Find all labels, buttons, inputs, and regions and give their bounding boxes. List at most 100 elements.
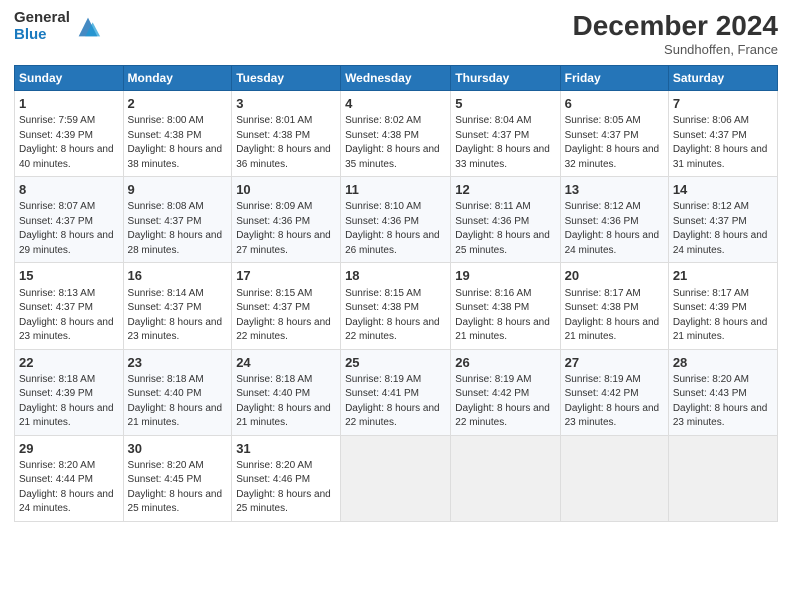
calendar-cell: 12Sunrise: 8:11 AM Sunset: 4:36 PM Dayli… <box>451 177 560 263</box>
cell-text: Sunrise: 8:05 AM Sunset: 4:37 PM Dayligh… <box>565 114 664 172</box>
cell-text: Sunrise: 8:06 AM Sunset: 4:37 PM Dayligh… <box>673 114 773 172</box>
day-number: 26 <box>455 354 555 372</box>
month-title: December 2024 <box>573 10 778 42</box>
day-number: 21 <box>673 267 773 285</box>
header: General Blue December 2024 Sundhoffen, F… <box>14 10 778 57</box>
calendar-cell: 14Sunrise: 8:12 AM Sunset: 4:37 PM Dayli… <box>668 177 777 263</box>
calendar-week-3: 15 Sunrise: 8:13 AM Sunset: 4:37 PM Dayli… <box>15 263 778 349</box>
cell-text: Sunrise: 8:10 AM Sunset: 4:36 PM Dayligh… <box>345 200 446 258</box>
cell-text: Sunrise: 8:17 AM Sunset: 4:38 PM Dayligh… <box>565 287 664 345</box>
day-number: 3 <box>236 95 336 113</box>
cell-text: Sunrise: 8:08 AM Sunset: 4:37 PM Dayligh… <box>128 200 228 258</box>
cell-text: Sunrise: 8:15 AM Sunset: 4:37 PM Dayligh… <box>236 287 336 345</box>
day-number: 5 <box>455 95 555 113</box>
calendar-cell: 16 Sunrise: 8:14 AM Sunset: 4:37 PM Dayli… <box>123 263 232 349</box>
day-number: 8 <box>19 181 119 199</box>
header-day-thursday: Thursday <box>451 66 560 91</box>
logo: General Blue <box>14 10 102 43</box>
day-number: 9 <box>128 181 228 199</box>
calendar-cell: 19 Sunrise: 8:16 AM Sunset: 4:38 PM Dayli… <box>451 263 560 349</box>
logo-blue: Blue <box>14 27 70 44</box>
day-number: 11 <box>345 181 446 199</box>
title-section: December 2024 Sundhoffen, France <box>573 10 778 57</box>
header-day-monday: Monday <box>123 66 232 91</box>
calendar-cell: 17Sunrise: 8:15 AM Sunset: 4:37 PM Dayli… <box>232 263 341 349</box>
calendar-cell <box>560 435 668 521</box>
header-day-friday: Friday <box>560 66 668 91</box>
cell-text: Sunrise: 8:09 AM Sunset: 4:36 PM Dayligh… <box>236 200 336 258</box>
cell-text: Sunrise: 8:12 AM Sunset: 4:36 PM Dayligh… <box>565 200 664 258</box>
calendar-cell <box>451 435 560 521</box>
cell-text: Sunrise: 8:15 AM Sunset: 4:38 PM Dayligh… <box>345 287 446 345</box>
calendar-cell: 27Sunrise: 8:19 AM Sunset: 4:42 PM Dayli… <box>560 349 668 435</box>
calendar-cell <box>341 435 451 521</box>
calendar-body: 1Sunrise: 7:59 AM Sunset: 4:39 PM Daylig… <box>15 91 778 522</box>
calendar-header: SundayMondayTuesdayWednesdayThursdayFrid… <box>15 66 778 91</box>
day-number: 19 <box>455 267 555 285</box>
cell-text: Sunrise: 8:11 AM Sunset: 4:36 PM Dayligh… <box>455 200 555 258</box>
calendar-cell <box>668 435 777 521</box>
day-number: 10 <box>236 181 336 199</box>
logo-text: General Blue <box>14 10 70 43</box>
cell-text: Sunrise: 8:04 AM Sunset: 4:37 PM Dayligh… <box>455 114 555 172</box>
day-number: 15 <box>19 267 119 285</box>
day-number: 1 <box>19 95 119 113</box>
calendar-cell: 9Sunrise: 8:08 AM Sunset: 4:37 PM Daylig… <box>123 177 232 263</box>
day-number: 7 <box>673 95 773 113</box>
cell-text: Sunrise: 8:20 AM Sunset: 4:45 PM Dayligh… <box>128 459 228 517</box>
day-number: 23 <box>128 354 228 372</box>
calendar-cell: 20Sunrise: 8:17 AM Sunset: 4:38 PM Dayli… <box>560 263 668 349</box>
calendar-week-4: 22Sunrise: 8:18 AM Sunset: 4:39 PM Dayli… <box>15 349 778 435</box>
cell-text: Sunrise: 8:20 AM Sunset: 4:43 PM Dayligh… <box>673 373 773 431</box>
day-number: 25 <box>345 354 446 372</box>
cell-text: Sunrise: 8:19 AM Sunset: 4:42 PM Dayligh… <box>565 373 664 431</box>
calendar-cell: 1Sunrise: 7:59 AM Sunset: 4:39 PM Daylig… <box>15 91 124 177</box>
logo-general: General <box>14 10 70 27</box>
calendar-cell: 18 Sunrise: 8:15 AM Sunset: 4:38 PM Dayli… <box>341 263 451 349</box>
calendar-table: SundayMondayTuesdayWednesdayThursdayFrid… <box>14 65 778 522</box>
cell-text: Sunrise: 8:18 AM Sunset: 4:39 PM Dayligh… <box>19 373 119 431</box>
day-number: 28 <box>673 354 773 372</box>
cell-text: Sunrise: 8:13 AM Sunset: 4:37 PM Dayligh… <box>19 287 119 345</box>
calendar-cell: 4Sunrise: 8:02 AM Sunset: 4:38 PM Daylig… <box>341 91 451 177</box>
calendar-cell: 24Sunrise: 8:18 AM Sunset: 4:40 PM Dayli… <box>232 349 341 435</box>
header-row: SundayMondayTuesdayWednesdayThursdayFrid… <box>15 66 778 91</box>
calendar-cell: 8Sunrise: 8:07 AM Sunset: 4:37 PM Daylig… <box>15 177 124 263</box>
day-number: 16 <box>128 267 228 285</box>
day-number: 31 <box>236 440 336 458</box>
calendar-cell: 15 Sunrise: 8:13 AM Sunset: 4:37 PM Dayli… <box>15 263 124 349</box>
day-number: 30 <box>128 440 228 458</box>
day-number: 2 <box>128 95 228 113</box>
calendar-cell: 10Sunrise: 8:09 AM Sunset: 4:36 PM Dayli… <box>232 177 341 263</box>
cell-text: Sunrise: 8:14 AM Sunset: 4:37 PM Dayligh… <box>128 287 228 345</box>
cell-text: Sunrise: 8:20 AM Sunset: 4:46 PM Dayligh… <box>236 459 336 517</box>
calendar-cell: 13Sunrise: 8:12 AM Sunset: 4:36 PM Dayli… <box>560 177 668 263</box>
cell-text: Sunrise: 8:00 AM Sunset: 4:38 PM Dayligh… <box>128 114 228 172</box>
cell-text: Sunrise: 8:12 AM Sunset: 4:37 PM Dayligh… <box>673 200 773 258</box>
cell-text: Sunrise: 8:20 AM Sunset: 4:44 PM Dayligh… <box>19 459 119 517</box>
cell-text: Sunrise: 8:16 AM Sunset: 4:38 PM Dayligh… <box>455 287 555 345</box>
day-number: 27 <box>565 354 664 372</box>
cell-text: Sunrise: 8:19 AM Sunset: 4:42 PM Dayligh… <box>455 373 555 431</box>
cell-text: Sunrise: 8:18 AM Sunset: 4:40 PM Dayligh… <box>236 373 336 431</box>
cell-text: Sunrise: 8:01 AM Sunset: 4:38 PM Dayligh… <box>236 114 336 172</box>
calendar-cell: 30Sunrise: 8:20 AM Sunset: 4:45 PM Dayli… <box>123 435 232 521</box>
cell-text: Sunrise: 8:17 AM Sunset: 4:39 PM Dayligh… <box>673 287 773 345</box>
day-number: 18 <box>345 267 446 285</box>
calendar-cell: 31Sunrise: 8:20 AM Sunset: 4:46 PM Dayli… <box>232 435 341 521</box>
calendar-container: General Blue December 2024 Sundhoffen, F… <box>0 0 792 530</box>
day-number: 24 <box>236 354 336 372</box>
day-number: 13 <box>565 181 664 199</box>
calendar-cell: 22Sunrise: 8:18 AM Sunset: 4:39 PM Dayli… <box>15 349 124 435</box>
cell-text: Sunrise: 7:59 AM Sunset: 4:39 PM Dayligh… <box>19 114 119 172</box>
calendar-cell: 5Sunrise: 8:04 AM Sunset: 4:37 PM Daylig… <box>451 91 560 177</box>
day-number: 6 <box>565 95 664 113</box>
calendar-cell: 2Sunrise: 8:00 AM Sunset: 4:38 PM Daylig… <box>123 91 232 177</box>
day-number: 12 <box>455 181 555 199</box>
calendar-cell: 7Sunrise: 8:06 AM Sunset: 4:37 PM Daylig… <box>668 91 777 177</box>
day-number: 22 <box>19 354 119 372</box>
header-day-tuesday: Tuesday <box>232 66 341 91</box>
calendar-cell: 21 Sunrise: 8:17 AM Sunset: 4:39 PM Dayli… <box>668 263 777 349</box>
logo-icon <box>74 13 102 41</box>
cell-text: Sunrise: 8:19 AM Sunset: 4:41 PM Dayligh… <box>345 373 446 431</box>
